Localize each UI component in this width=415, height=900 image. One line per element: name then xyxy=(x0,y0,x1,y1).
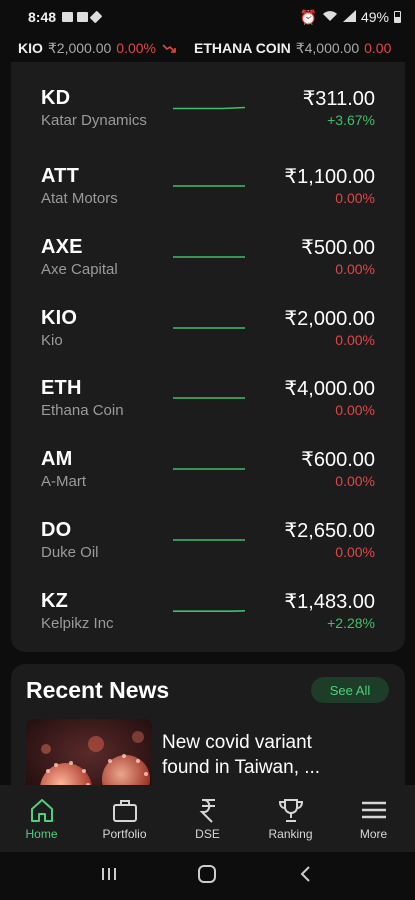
sparkline xyxy=(173,539,245,541)
stock-name: Duke Oil xyxy=(41,544,99,561)
news-section-title: Recent News xyxy=(26,677,170,703)
home-circle-icon xyxy=(198,864,217,883)
nav-portfolio[interactable]: Portfolio xyxy=(83,785,166,852)
ticker-symbol: ETHANA COIN xyxy=(194,40,291,56)
sparkline xyxy=(173,610,245,612)
recents-icon xyxy=(102,867,117,880)
trophy-icon xyxy=(278,799,303,822)
stock-list: KD Katar Dynamics ₹311.00 +3.67% ATT Ata… xyxy=(11,62,405,652)
home-icon xyxy=(30,799,53,822)
stock-change: 0.00% xyxy=(335,544,375,560)
stock-row[interactable]: AM A-Mart ₹600.00 0.00% xyxy=(11,431,405,502)
nav-dse-label: DSE xyxy=(195,827,220,841)
nav-ranking-label: Ranking xyxy=(268,827,313,841)
stock-symbol: KZ xyxy=(41,590,69,612)
stock-symbol: KD xyxy=(41,87,71,109)
stock-row[interactable]: KIO Kio ₹2,000.00 0.00% xyxy=(11,290,405,361)
sparkline xyxy=(173,256,245,258)
notification-icons xyxy=(62,10,103,24)
sparkline xyxy=(173,468,245,470)
system-icons: ⏰ 49% xyxy=(300,9,401,26)
stock-row[interactable]: DO Duke Oil ₹2,650.00 0.00% xyxy=(11,502,405,573)
home-system-button[interactable] xyxy=(197,864,217,889)
system-navigation-bar xyxy=(0,852,415,900)
trend-down-icon xyxy=(162,41,176,56)
stock-symbol: ATT xyxy=(41,165,79,187)
stock-price: ₹500.00 xyxy=(301,237,375,259)
see-all-button[interactable]: See All xyxy=(311,677,389,703)
pen-icon xyxy=(89,10,103,24)
back-icon xyxy=(300,865,310,882)
bottom-navigation: Home Portfolio DSE Ranking More xyxy=(0,785,415,852)
stock-name: A-Mart xyxy=(41,473,86,490)
stock-price: ₹1,483.00 xyxy=(284,591,375,613)
stock-change: 0.00% xyxy=(335,473,375,489)
stock-change: 0.00% xyxy=(335,332,375,348)
ticker-change: 0.00 xyxy=(364,40,392,56)
status-time: 8:48 xyxy=(28,9,57,25)
news-headline[interactable]: New covid variant found in Taiwan, ... xyxy=(162,730,362,780)
stock-symbol: ETH xyxy=(41,377,82,399)
ticker-price: ₹4,000.00 xyxy=(295,39,360,56)
stock-symbol: AM xyxy=(41,448,73,470)
stock-change: 0.00% xyxy=(335,261,375,277)
sparkline xyxy=(173,397,245,399)
recent-news-section: Recent News See All New covid variant fo… xyxy=(11,664,405,804)
stock-symbol: KIO xyxy=(41,307,78,329)
stock-change: +2.28% xyxy=(327,615,375,631)
battery-percent: 49% xyxy=(360,9,389,25)
stock-change: 0.00% xyxy=(335,190,375,206)
back-button[interactable] xyxy=(296,864,316,889)
stock-symbol: AXE xyxy=(41,236,83,258)
battery-icon xyxy=(394,11,401,23)
signal-icon xyxy=(342,9,356,25)
recents-button[interactable] xyxy=(99,865,119,888)
stock-change: +3.67% xyxy=(327,112,375,128)
stock-name: Atat Motors xyxy=(41,190,118,207)
wifi-icon xyxy=(322,9,338,25)
stock-name: Kio xyxy=(41,332,63,349)
nav-portfolio-label: Portfolio xyxy=(102,827,147,841)
stock-price: ₹2,650.00 xyxy=(284,520,375,542)
ticker-item[interactable]: ETHANA COIN ₹4,000.00 0.00 xyxy=(194,40,397,57)
status-bar: 8:48 ⏰ 49% xyxy=(0,0,415,34)
ticker-item[interactable]: KIO ₹2,000.00 0.00% xyxy=(18,40,176,57)
stock-price: ₹4,000.00 xyxy=(284,378,375,400)
clipboard-icon xyxy=(77,12,89,22)
nav-dse[interactable]: DSE xyxy=(166,785,249,852)
stock-name: Ethana Coin xyxy=(41,402,124,419)
rupee-icon xyxy=(199,799,215,823)
stock-row[interactable]: KD Katar Dynamics ₹311.00 +3.67% xyxy=(11,70,405,141)
alarm-icon: ⏰ xyxy=(299,8,317,25)
gallery-icon xyxy=(62,12,74,22)
stock-row[interactable]: ATT Atat Motors ₹1,100.00 0.00% xyxy=(11,148,405,219)
stock-name: Axe Capital xyxy=(41,261,118,278)
briefcase-icon xyxy=(112,800,137,822)
nav-more[interactable]: More xyxy=(332,785,415,852)
stock-ticker: KIO ₹2,000.00 0.00% ETHANA COIN ₹4,000.0… xyxy=(0,34,415,62)
stock-price: ₹600.00 xyxy=(301,449,375,471)
nav-ranking[interactable]: Ranking xyxy=(249,785,332,852)
nav-home-label: Home xyxy=(25,827,58,841)
stock-name: Kelpikz Inc xyxy=(41,615,114,632)
stock-row[interactable]: AXE Axe Capital ₹500.00 0.00% xyxy=(11,219,405,290)
stock-change: 0.00% xyxy=(335,402,375,418)
ticker-change: 0.00% xyxy=(116,40,156,56)
stock-name: Katar Dynamics xyxy=(41,112,147,129)
stock-row[interactable]: ETH Ethana Coin ₹4,000.00 0.00% xyxy=(11,360,405,431)
sparkline xyxy=(173,185,245,187)
menu-icon xyxy=(361,801,386,819)
stock-row[interactable]: KZ Kelpikz Inc ₹1,483.00 +2.28% xyxy=(11,573,405,644)
nav-home[interactable]: Home xyxy=(0,785,83,852)
stock-price: ₹1,100.00 xyxy=(284,166,375,188)
nav-more-label: More xyxy=(359,827,388,841)
stock-price: ₹2,000.00 xyxy=(284,308,375,330)
stock-price: ₹311.00 xyxy=(302,88,375,110)
ticker-symbol: KIO xyxy=(18,40,43,56)
sparkline xyxy=(173,106,245,110)
sparkline xyxy=(173,327,245,329)
ticker-price: ₹2,000.00 xyxy=(47,39,112,56)
stock-symbol: DO xyxy=(41,519,72,541)
